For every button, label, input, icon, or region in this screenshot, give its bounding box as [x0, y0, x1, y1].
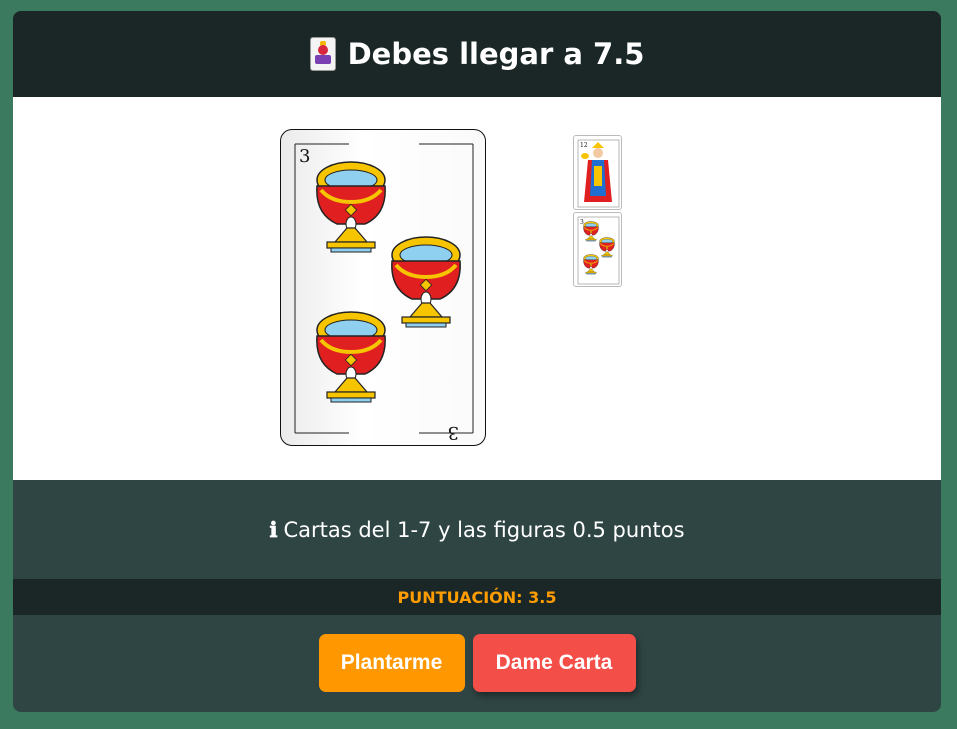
score-text: PUNTUACIÓN: 3.5 — [397, 587, 557, 607]
game-window: Debes llegar a 7.5 3 3 12 3 ℹ Cartas del… — [13, 11, 941, 712]
card-table: 3 3 12 3 — [13, 97, 941, 480]
score-bar: PUNTUACIÓN: 3.5 — [13, 579, 941, 615]
hand-cards: 12 3 — [573, 135, 622, 289]
action-buttons: Plantarme Dame Carta — [13, 615, 941, 712]
rules-info: ℹ Cartas del 1-7 y las figuras 0.5 punto… — [13, 480, 941, 579]
hand-card-three-cups: 3 — [573, 212, 622, 287]
joker-card-icon — [309, 37, 336, 71]
rules-text: Cartas del 1-7 y las figuras 0.5 puntos — [283, 517, 685, 542]
page-title: Debes llegar a 7.5 — [347, 37, 645, 71]
stand-button[interactable]: Plantarme — [318, 634, 465, 692]
current-card: 3 3 — [280, 129, 486, 446]
draw-card-button[interactable]: Dame Carta — [472, 634, 636, 692]
card-corner-top: 3 — [299, 146, 310, 167]
header: Debes llegar a 7.5 — [13, 11, 941, 97]
card-corner-bottom: 3 — [448, 422, 459, 443]
svg-text:12: 12 — [580, 142, 588, 149]
info-icon: ℹ — [269, 517, 278, 542]
hand-card-king: 12 — [573, 135, 622, 210]
